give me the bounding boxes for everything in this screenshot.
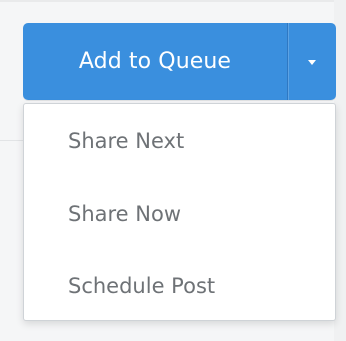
- share-options-menu: Share Next Share Now Schedule Post: [23, 103, 336, 321]
- dropdown-toggle-button[interactable]: [287, 23, 336, 100]
- menu-item-share-now[interactable]: Share Now: [24, 178, 335, 250]
- menu-item-share-next[interactable]: Share Next: [24, 104, 335, 178]
- caret-down-icon: [308, 60, 316, 65]
- queue-widget: Add to Queue Share Next Share Now Schedu…: [0, 0, 346, 341]
- add-to-queue-button[interactable]: Add to Queue: [23, 23, 287, 100]
- background-divider-top: [0, 0, 346, 2]
- add-to-queue-split-button: Add to Queue: [23, 23, 336, 100]
- menu-item-schedule-post[interactable]: Schedule Post: [24, 250, 335, 322]
